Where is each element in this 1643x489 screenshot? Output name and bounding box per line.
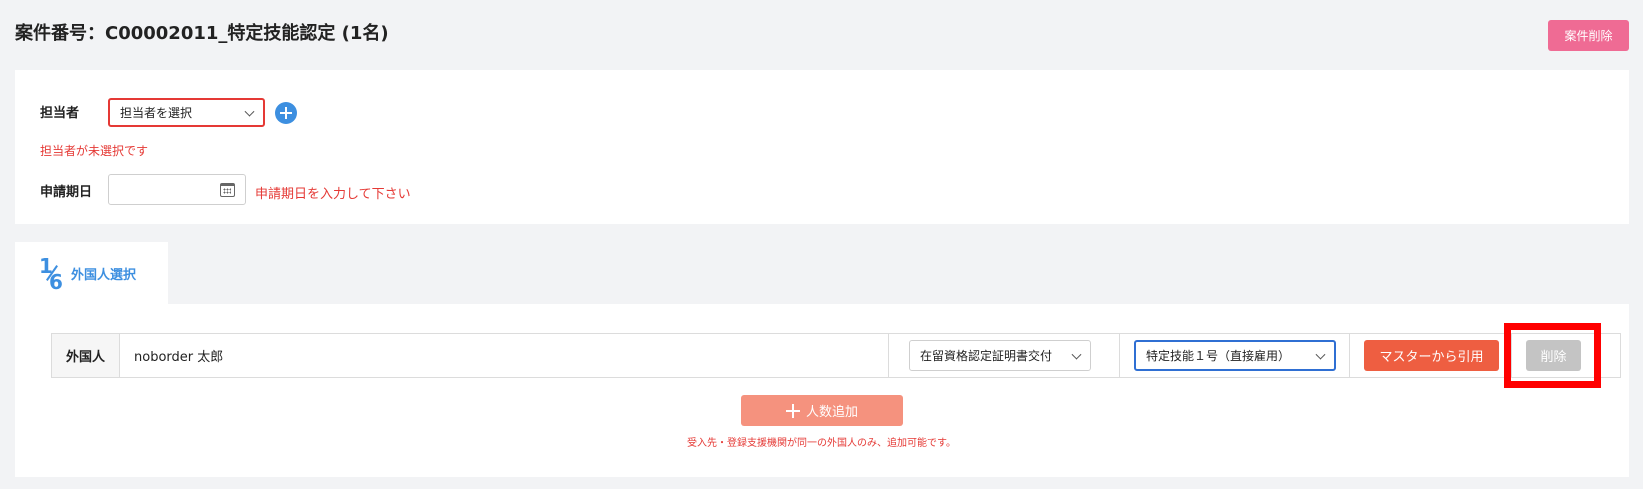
status-select-value: 在留資格認定証明書交付	[920, 349, 1053, 363]
application-date-error: 申請期日を入力して下さい	[255, 187, 411, 202]
step-indicator: 1 6	[37, 254, 67, 294]
foreigner-row: 外国人 noborder 太郎 在留資格認定証明書交付 特定技能１号（直接雇用）…	[51, 333, 1621, 378]
page-title: 案件番号：C00002011_特定技能認定 (1名)	[15, 23, 389, 44]
visa-select[interactable]: 特定技能１号（直接雇用）	[1134, 340, 1336, 371]
foreigner-name: noborder 太郎	[134, 350, 224, 365]
divider	[1511, 334, 1512, 377]
application-date-label: 申請期日	[40, 185, 93, 200]
status-cell: 在留資格認定証明書交付	[889, 334, 1099, 377]
tab-foreigner-selection[interactable]: 1 6 外国人選択	[15, 242, 168, 304]
divider	[1119, 334, 1120, 377]
status-select[interactable]: 在留資格認定証明書交付	[909, 340, 1091, 371]
chevron-down-icon	[1315, 349, 1326, 360]
delete-row-button[interactable]: 削除	[1526, 340, 1581, 371]
add-people-button[interactable]: 人数追加	[741, 395, 903, 426]
assignee-select-value: 担当者を選択	[120, 106, 193, 120]
add-people-note: 受入先・登録支援機関が同一の外国人のみ、追加可能です。	[687, 438, 956, 449]
application-date-input[interactable]	[108, 174, 246, 205]
tab-label: 外国人選択	[71, 268, 137, 283]
case-delete-button[interactable]: 案件削除	[1548, 20, 1629, 51]
add-assignee-button[interactable]	[275, 102, 297, 124]
assignee-select[interactable]: 担当者を選択	[108, 98, 265, 127]
chevron-down-icon	[244, 106, 255, 117]
visa-select-value: 特定技能１号（直接雇用）	[1146, 349, 1291, 363]
calendar-icon[interactable]	[220, 183, 235, 197]
foreigner-card: 外国人 noborder 太郎 在留資格認定証明書交付 特定技能１号（直接雇用）…	[15, 304, 1629, 477]
divider	[1349, 334, 1350, 377]
foreigner-label: 外国人	[52, 334, 120, 377]
assignee-label: 担当者	[40, 106, 80, 121]
quote-from-master-button[interactable]: マスターから引用	[1364, 340, 1499, 371]
assignment-card: 担当者 担当者を選択 担当者が未選択です 申請期日 申請期日を入力して下さい	[15, 70, 1629, 224]
add-people-label: 人数追加	[805, 405, 858, 420]
step-denominator: 6	[49, 270, 63, 294]
page: 案件番号：C00002011_特定技能認定 (1名) 案件削除 担当者 担当者を…	[0, 0, 1643, 489]
plus-icon	[785, 403, 800, 418]
chevron-down-icon	[1071, 349, 1082, 360]
assignee-error: 担当者が未選択です	[40, 144, 149, 158]
